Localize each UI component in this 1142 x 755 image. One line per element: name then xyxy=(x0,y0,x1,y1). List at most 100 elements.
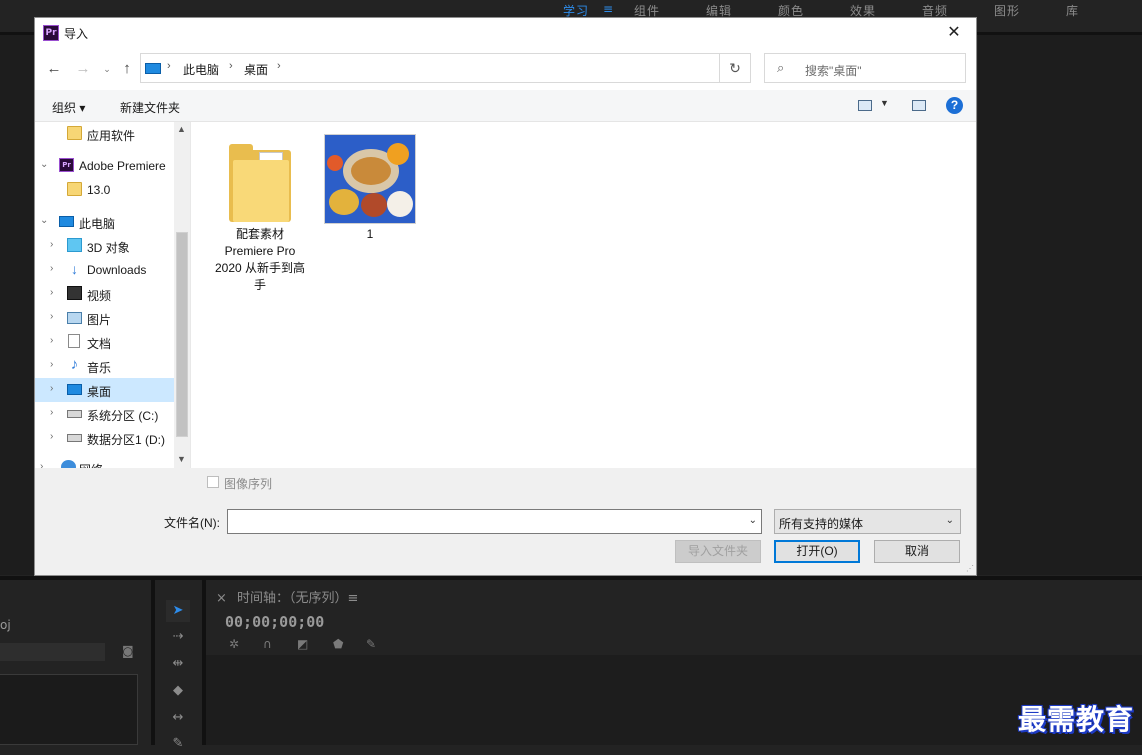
tree-item-drive-c[interactable]: › 系统分区 (C:) xyxy=(35,402,174,426)
snap-magnet-icon[interactable]: ∩ xyxy=(263,637,272,651)
project-search-field[interactable] xyxy=(0,643,105,661)
tree-item-network[interactable]: › 网络 xyxy=(35,456,174,468)
import-dialog: Pr 导入 ✕ ← → ⌄ ↑ › 此电脑 › 桌面 › ⌄ ↻ ⌕ 搜索"桌面… xyxy=(34,17,977,576)
tree-item-documents[interactable]: › 文档 xyxy=(35,330,174,354)
import-folder-button[interactable]: 导入文件夹 xyxy=(675,540,761,563)
forward-arrow-icon[interactable]: → xyxy=(73,59,93,79)
chevron-right-icon[interactable]: › xyxy=(40,461,43,468)
organize-button[interactable]: 组织 ▾ xyxy=(52,99,85,116)
add-marker-icon[interactable]: ⬟ xyxy=(333,637,343,651)
chevron-right-icon[interactable]: › xyxy=(50,383,53,394)
up-arrow-icon[interactable]: ↑ xyxy=(117,59,137,79)
chevron-right-icon[interactable]: › xyxy=(50,311,53,322)
wrench-icon[interactable]: ✎ xyxy=(366,637,376,651)
scrollbar-thumb[interactable] xyxy=(176,232,188,437)
tree-item-label: 音乐 xyxy=(87,361,112,375)
checkbox-icon[interactable] xyxy=(207,476,219,488)
chevron-down-icon[interactable]: ⌄ xyxy=(40,215,48,226)
new-folder-button[interactable]: 新建文件夹 xyxy=(120,99,180,116)
search-placeholder: 搜索"桌面" xyxy=(805,64,862,78)
timecode-display[interactable]: 00;00;00;00 xyxy=(225,613,324,631)
thumbnail-plate xyxy=(327,155,343,171)
chevron-down-icon[interactable]: ⌄ xyxy=(749,515,757,526)
chevron-right-icon[interactable]: › xyxy=(50,287,53,298)
tree-item-label: 系统分区 (C:) xyxy=(87,409,159,423)
timeline-body[interactable] xyxy=(206,655,1142,745)
pc-icon xyxy=(59,216,74,227)
track-select-tool-icon[interactable]: ⇢ xyxy=(166,626,190,648)
project-bin-area[interactable] xyxy=(0,674,138,745)
timeline-tab[interactable]: × 时间轴：（无序列）≡ xyxy=(216,587,358,606)
address-bar[interactable]: › 此电脑 › 桌面 › ⌄ xyxy=(140,53,750,83)
chevron-right-icon[interactable]: › xyxy=(50,263,53,274)
dialog-titlebar[interactable]: Pr 导入 ✕ xyxy=(35,18,976,48)
tree-item-desktop[interactable]: › 桌面 xyxy=(35,378,174,402)
chevron-right-icon[interactable]: › xyxy=(50,407,53,418)
desktop-icon xyxy=(67,384,82,395)
tree-item-downloads[interactable]: › ↓ Downloads xyxy=(35,258,174,282)
workspace-tab-graphics[interactable]: 图形 xyxy=(994,2,1020,19)
recent-locations-chevron-icon[interactable]: ⌄ xyxy=(97,59,117,79)
selection-tool-icon[interactable]: ➤ xyxy=(166,600,190,622)
nest-icon[interactable]: ✲ xyxy=(229,637,239,651)
resize-grip-icon[interactable]: ⋰ xyxy=(966,564,974,573)
file-item-image-label[interactable]: 1 xyxy=(320,226,420,243)
search-input[interactable]: ⌕ 搜索"桌面" xyxy=(764,53,966,83)
drive-icon xyxy=(67,434,82,442)
workspace-menu-icon[interactable]: ≡ xyxy=(603,2,614,16)
tree-item-music[interactable]: › ♪ 音乐 xyxy=(35,354,174,378)
project-panel-label: oj xyxy=(0,618,11,632)
filename-input[interactable]: ⌄ xyxy=(227,509,762,534)
pen-tool-icon[interactable]: ✎ xyxy=(166,733,190,755)
timeline-close-icon[interactable]: × xyxy=(216,591,227,606)
preview-pane-icon[interactable] xyxy=(912,100,926,111)
tree-item-label: 应用软件 xyxy=(87,129,136,143)
watermark-logo: 最需教育 xyxy=(1018,703,1135,736)
open-button[interactable]: 打开(O) xyxy=(774,540,860,563)
chevron-right-icon[interactable]: › xyxy=(50,335,53,346)
tree-item-pictures[interactable]: › 图片 xyxy=(35,306,174,330)
dialog-title: 导入 xyxy=(64,27,89,41)
file-type-value: 所有支持的媒体 xyxy=(779,517,864,531)
chevron-right-icon[interactable]: › xyxy=(50,239,53,250)
chevron-right-icon[interactable]: › xyxy=(50,431,53,442)
navigation-scrollbar[interactable]: ▲ ▼ xyxy=(174,122,190,468)
view-mode-icon[interactable] xyxy=(858,100,872,111)
file-type-select[interactable]: 所有支持的媒体 ⌄ xyxy=(774,509,961,534)
tree-item-videos[interactable]: › 视频 xyxy=(35,282,174,306)
pc-icon xyxy=(145,63,161,74)
linked-selection-icon[interactable]: ◩ xyxy=(297,637,308,651)
refresh-icon[interactable]: ↻ xyxy=(719,53,751,83)
scroll-up-icon[interactable]: ▲ xyxy=(177,124,186,134)
breadcrumb-separator-icon[interactable]: › xyxy=(277,60,281,72)
cancel-button[interactable]: 取消 xyxy=(874,540,960,563)
chevron-down-icon[interactable]: ⌄ xyxy=(40,159,48,170)
back-arrow-icon[interactable]: ← xyxy=(44,59,64,79)
chevron-down-icon[interactable]: ⌄ xyxy=(946,515,954,526)
chevron-right-icon[interactable]: › xyxy=(50,359,53,370)
thumbnail-plate xyxy=(361,193,387,217)
help-icon[interactable]: ? xyxy=(946,97,963,114)
close-icon[interactable]: ✕ xyxy=(932,18,976,48)
tree-item-drive-d[interactable]: › 数据分区1 (D:) xyxy=(35,426,174,450)
file-item-folder-label[interactable]: 配套素材 Premiere Pro 2020 从新手到高 手 xyxy=(210,226,310,294)
camera-icon[interactable]: ◙ xyxy=(122,644,134,658)
image-thumbnail[interactable] xyxy=(324,134,416,224)
scroll-down-icon[interactable]: ▼ xyxy=(177,454,186,464)
breadcrumb-separator-icon[interactable]: › xyxy=(229,60,233,72)
view-options-chevron-icon[interactable]: ▼ xyxy=(880,98,889,108)
folder-icon[interactable] xyxy=(229,140,291,224)
tree-item-apps-folder[interactable]: 应用软件 xyxy=(35,122,174,146)
razor-tool-icon[interactable]: ◆ xyxy=(166,680,190,702)
tree-item-3d-objects[interactable]: › 3D 对象 xyxy=(35,234,174,258)
ripple-edit-tool-icon[interactable]: ⇹ xyxy=(166,653,190,675)
breadcrumb-separator-icon[interactable]: › xyxy=(167,60,171,72)
slip-tool-icon[interactable]: ↔ xyxy=(166,707,190,729)
file-list-pane[interactable]: 配套素材 Premiere Pro 2020 从新手到高 手 1 xyxy=(190,122,976,468)
workspace-tab-libraries[interactable]: 库 xyxy=(1066,2,1079,19)
tree-item-adobe-premiere[interactable]: ⌄ Pr Adobe Premiere xyxy=(35,154,174,178)
breadcrumb-desktop[interactable]: 桌面 xyxy=(244,61,268,78)
tree-item-this-pc[interactable]: ⌄ 此电脑 xyxy=(35,210,174,234)
tree-item-13-folder[interactable]: 13.0 xyxy=(35,178,174,202)
breadcrumb-this-pc[interactable]: 此电脑 xyxy=(183,61,219,78)
